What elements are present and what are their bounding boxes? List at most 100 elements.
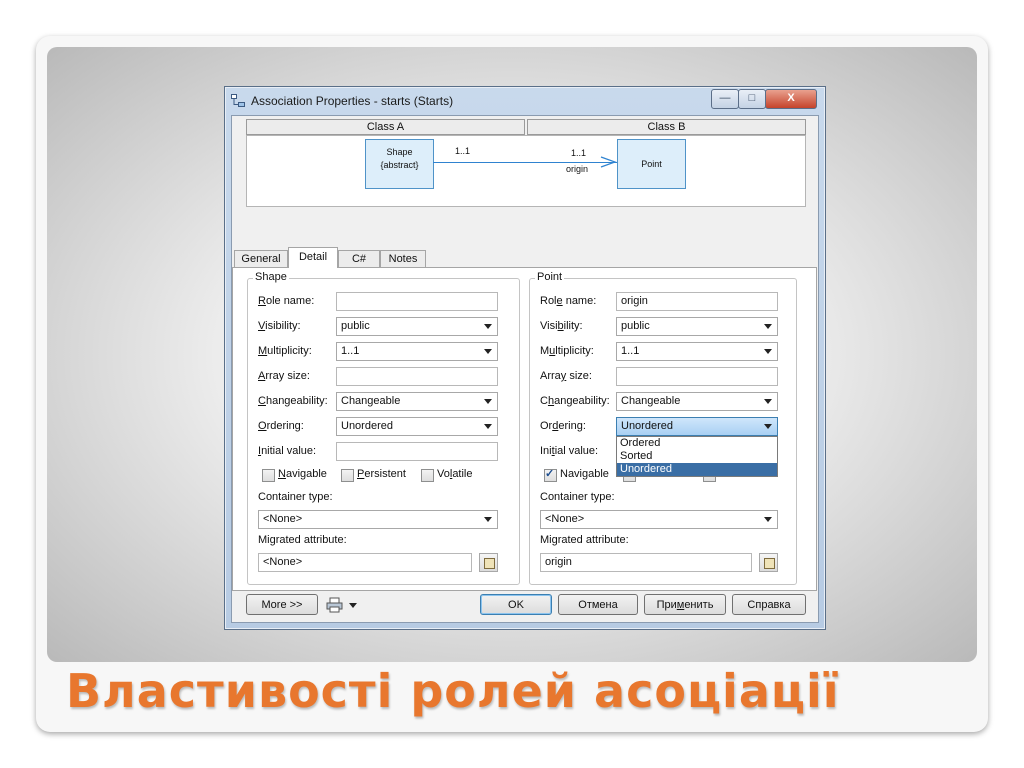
class-a-persistent-checkbox[interactable] [341,469,354,482]
class-b-changeability-select[interactable]: Changeable [616,392,778,411]
changeability-label: Changeability: [258,395,328,407]
migrated-attribute-label: Migrated attribute: [540,534,629,546]
more-button[interactable]: More >> [246,594,318,615]
ordering-option-ordered[interactable]: Ordered [617,437,777,450]
chevron-down-icon [764,517,772,522]
class-b-array-size-input[interactable] [616,367,778,386]
maximize-button[interactable]: □ [738,89,766,109]
ordering-option-sorted[interactable]: Sorted [617,450,777,463]
array-size-label: Array size: [540,370,592,382]
class-b-role: origin [566,164,589,174]
chevron-down-icon [349,603,357,608]
visibility-label: Visibility: [258,320,301,332]
container-type-label: Container type: [258,491,333,503]
persistent-label: Persistent [357,468,406,480]
ok-button[interactable]: OK [480,594,552,615]
class-b-ordering-select[interactable]: Unordered [616,417,778,436]
navigable-label: Navigable [560,468,609,480]
chevron-down-icon [484,517,492,522]
chevron-down-icon [484,324,492,329]
class-b-role-name-input[interactable]: origin [616,292,778,311]
class-a-migrated-attribute-properties-button[interactable] [479,553,498,572]
role-name-label: Role name: [540,295,597,307]
minimize-icon: — [719,92,731,104]
class-b-group-title: Point [535,271,565,283]
minimize-button[interactable]: — [711,89,739,109]
class-b-visibility-select[interactable]: public [616,317,778,336]
tab-csharp[interactable]: C# [338,250,380,268]
tab-detail[interactable]: Detail [288,247,338,268]
title-bar[interactable]: Association Properties - starts (Starts)… [225,87,825,115]
role-name-label: Role name: [258,295,315,307]
class-b-navigable-checkbox[interactable] [544,467,557,482]
volatile-label: Volatile [437,468,473,480]
class-a-group-title: Shape [253,271,289,283]
class-a-visibility-select[interactable]: public [336,317,498,336]
class-a-multiplicity: 1..1 [455,146,471,156]
tab-notes[interactable]: Notes [380,250,426,268]
chevron-down-icon [484,424,492,429]
chevron-down-icon [484,349,492,354]
ordering-label: Ordering: [258,420,304,432]
class-a-stereotype: {abstract} [380,160,419,170]
navigable-label: Navigable [278,468,327,480]
class-b-box[interactable]: Point [617,139,686,189]
class-b-multiplicity: 1..1 [571,148,587,158]
arrow-head-icon [600,156,617,168]
class-a-array-size-input[interactable] [336,367,498,386]
class-a-multiplicity-select[interactable]: 1..1 [336,342,498,361]
window-title: Association Properties - starts (Starts) [251,94,454,108]
slide-title: Властивості ролей асоціації [66,664,840,718]
class-b-group: Point Role name: origin Visibility: publ… [529,271,797,585]
initial-value-label: Initial value: [540,445,599,457]
class-a-volatile-checkbox[interactable] [421,469,434,482]
multiplicity-label: Multiplicity: [258,345,312,357]
class-b-container-type-select[interactable]: <None> [540,510,778,529]
class-a-role-name-input[interactable] [336,292,498,311]
class-a-navigable-checkbox[interactable] [262,469,275,482]
detail-tab-panel: Shape Role name: Visibility: public Mult… [232,267,817,591]
array-size-label: Array size: [258,370,310,382]
changeability-label: Changeability: [540,395,610,407]
close-button[interactable]: X [765,89,817,109]
class-a-initial-value-input[interactable] [336,442,498,461]
ordering-dropdown-list[interactable]: Ordered Sorted Unordered [616,436,778,477]
class-a-group: Shape Role name: Visibility: public Mult… [247,271,520,585]
class-b-name: Point [641,159,662,169]
class-a-changeability-select[interactable]: Changeable [336,392,498,411]
chevron-down-icon [484,399,492,404]
class-a-migrated-attribute-input[interactable]: <None> [258,553,472,572]
chevron-down-icon [764,349,772,354]
chevron-down-icon [764,424,772,429]
class-b-header: Class B [527,119,806,135]
association-line[interactable] [433,162,617,163]
printer-icon [326,597,343,613]
class-b-multiplicity-select[interactable]: 1..1 [616,342,778,361]
cancel-button[interactable]: Отмена [558,594,638,615]
ordering-label: Ordering: [540,420,586,432]
close-icon: X [787,92,795,104]
class-a-name: Shape [386,147,413,157]
help-button[interactable]: Справка [732,594,806,615]
class-b-migrated-attribute-input[interactable]: origin [540,553,752,572]
initial-value-label: Initial value: [258,445,317,457]
visibility-label: Visibility: [540,320,583,332]
class-a-ordering-select[interactable]: Unordered [336,417,498,436]
association-properties-dialog: Association Properties - starts (Starts)… [224,86,826,630]
chevron-down-icon [764,399,772,404]
dialog-client-area: Class A Class B Shape {abstract} 1..1 1.… [231,115,819,623]
container-type-label: Container type: [540,491,615,503]
association-diagram: Shape {abstract} 1..1 1..1 origin Point [246,135,806,207]
print-menu-button[interactable] [324,595,364,615]
ordering-option-unordered[interactable]: Unordered [617,463,777,476]
class-a-box[interactable]: Shape {abstract} [365,139,434,189]
maximize-icon: □ [748,92,756,104]
migrated-attribute-label: Migrated attribute: [258,534,347,546]
tab-general[interactable]: General [234,250,288,268]
apply-button[interactable]: Применить [644,594,726,615]
class-a-container-type-select[interactable]: <None> [258,510,498,529]
class-a-header: Class A [246,119,525,135]
association-app-icon [231,94,245,107]
multiplicity-label: Multiplicity: [540,345,594,357]
class-b-migrated-attribute-properties-button[interactable] [759,553,778,572]
